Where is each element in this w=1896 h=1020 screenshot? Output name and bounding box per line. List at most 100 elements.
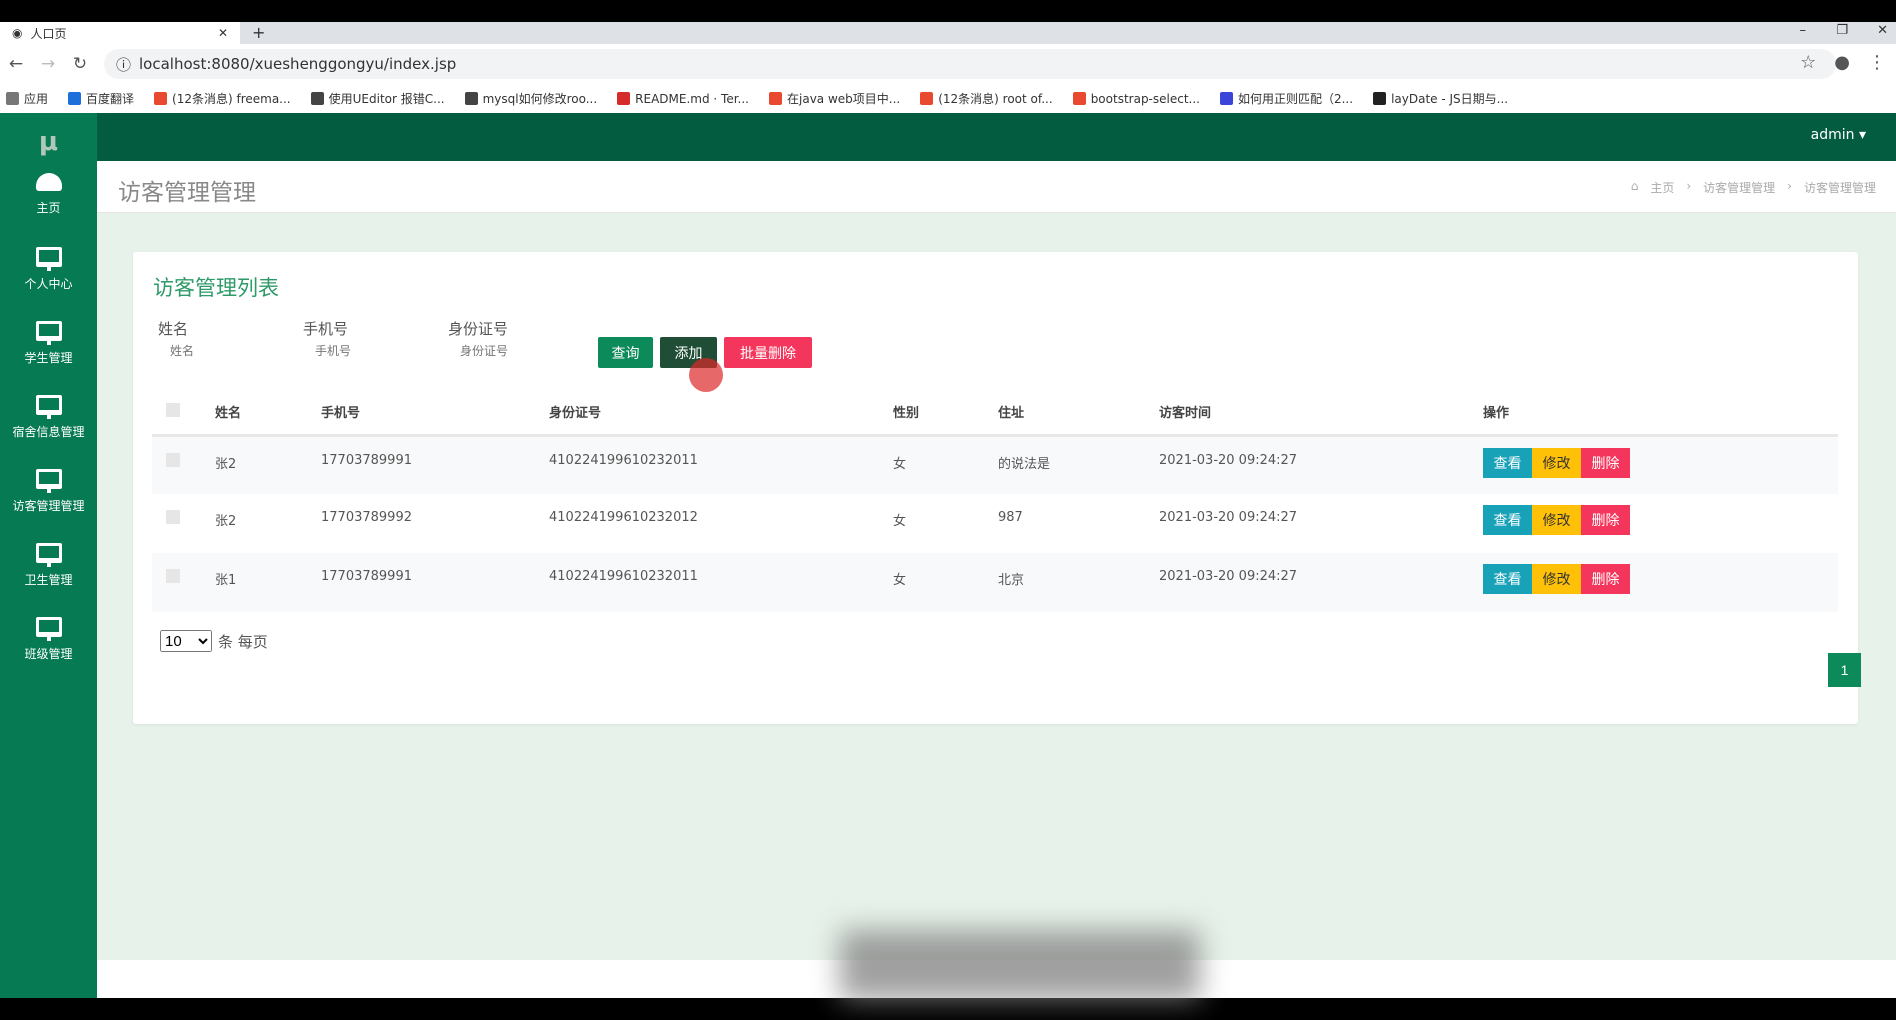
globe-icon: ◉ <box>12 26 23 40</box>
user-menu[interactable]: admin ▾ <box>1811 127 1866 143</box>
logo: μ <box>38 127 59 157</box>
profile-icon[interactable]: ● <box>1834 52 1850 73</box>
info-icon: ⓘ <box>116 55 132 74</box>
monitor-icon <box>35 543 62 567</box>
visitor-table: 姓名 手机号 身份证号 性别 住址 访客时间 操作 张2 17703789991 4… <box>152 390 1838 612</box>
idcard-input[interactable] <box>448 337 578 365</box>
back-icon[interactable]: ← <box>0 54 32 74</box>
forward-icon[interactable]: → <box>32 54 64 74</box>
cell-idcard: 410224199610232012 <box>549 510 698 525</box>
idcard-label: 身份证号 <box>448 320 509 338</box>
reload-icon[interactable]: ↻ <box>64 54 96 74</box>
bookmark-icon <box>617 92 631 105</box>
bookmark-label: bootstrap-select... <box>1090 91 1200 106</box>
page-1-button[interactable]: 1 <box>1828 653 1861 687</box>
bookmark-label: 如何用正则匹配（2... <box>1237 92 1354 106</box>
bookmark-item[interactable]: layDate - JS日期与... <box>1373 90 1508 107</box>
bookmark-item[interactable]: mysql如何修改roo... <box>464 90 597 107</box>
query-button[interactable]: 查询 <box>598 337 653 368</box>
table-row: 张2 17703789991 410224199610232011 女的说法是 2021… <box>152 435 1838 494</box>
mouse-cursor-highlight <box>689 358 723 392</box>
sidebar-item[interactable]: 卫生管理 <box>0 543 97 588</box>
cell-address: 北京 <box>998 553 1159 612</box>
batch-delete-button[interactable]: 批量删除 <box>724 337 812 368</box>
list-card: 访客管理列表 姓名 手机号 身份证号 查询 添加 批量删除 姓名 手机号 身份证… <box>133 252 1861 724</box>
close-window-icon[interactable]: ✕ <box>1877 23 1888 38</box>
sidebar-item-label: 班级管理 <box>24 647 73 661</box>
address-bar-row: ← → ↻ ⓘ localhost:8080/xueshenggongyu/ind… <box>0 44 1896 84</box>
view-button[interactable]: 查看 <box>1483 447 1532 478</box>
bookmark-item[interactable]: 使用UEditor 报错C... <box>310 90 445 107</box>
page-size-select[interactable]: 10 <box>160 630 212 652</box>
bookmark-item[interactable]: 应用 <box>6 90 48 107</box>
bookmark-item[interactable]: (12条消息) root of... <box>920 90 1053 107</box>
phone-input[interactable] <box>303 337 433 365</box>
name-input[interactable] <box>158 337 288 365</box>
bookmark-item[interactable]: (12条消息) freema... <box>154 90 291 107</box>
select-all-checkbox[interactable] <box>166 402 180 417</box>
edit-button[interactable]: 修改 <box>1532 447 1581 478</box>
cell-name: 张2 <box>215 435 321 494</box>
cell-visit-time: 2021-03-20 09:24:27 <box>1159 510 1298 525</box>
bookmark-label: 使用UEditor 报错C... <box>328 92 445 106</box>
edit-button[interactable]: 修改 <box>1532 505 1581 535</box>
row-checkbox[interactable] <box>166 510 180 524</box>
bookmark-label: 应用 <box>24 92 49 106</box>
card-title: 访客管理列表 <box>153 276 279 300</box>
minimize-icon[interactable]: – <box>1800 23 1807 38</box>
edit-button[interactable]: 修改 <box>1532 564 1581 594</box>
cell-phone: 17703789991 <box>321 435 549 494</box>
bookmark-item[interactable]: 百度翻译 <box>68 90 134 107</box>
page-size-suffix: 条 每页 <box>218 632 268 651</box>
star-icon[interactable]: ☆ <box>1800 52 1816 73</box>
home-icon: ⌂ <box>1630 179 1639 193</box>
view-button[interactable]: 查看 <box>1483 505 1532 535</box>
bookmark-label: README.md · Ter... <box>635 91 749 106</box>
bookmark-item[interactable]: 如何用正则匹配（2... <box>1219 90 1354 107</box>
cell-address: 987 <box>998 510 1023 525</box>
top-navbar: admin ▾ <box>97 113 1896 161</box>
dashboard-icon <box>35 173 62 191</box>
bookmark-item[interactable]: bootstrap-select... <box>1072 91 1200 106</box>
browser-tab[interactable]: ◉ 人口页 ✕ <box>0 22 240 44</box>
bookmark-label: (12条消息) freema... <box>172 92 291 106</box>
sidebar-item[interactable]: 宿舍信息管理 <box>0 395 97 440</box>
restore-icon[interactable]: ❐ <box>1836 23 1848 38</box>
bookmark-icon <box>68 92 82 105</box>
sidebar-item[interactable]: 主页 <box>0 173 97 216</box>
main-content: 访客管理管理 ⌂ 主页› 访客管理管理› 访客管理管理 访客管理列表 姓名 手机… <box>97 161 1896 1000</box>
sidebar-item[interactable]: 个人中心 <box>0 247 97 292</box>
breadcrumb-current: 访客管理管理 <box>1803 181 1876 195</box>
breadcrumb-home[interactable]: 主页 <box>1650 179 1674 196</box>
sidebar-item-label: 访客管理管理 <box>12 499 85 513</box>
sidebar-item-label: 学生管理 <box>24 351 73 365</box>
page-title: 访客管理管理 <box>118 180 256 206</box>
breadcrumb-section[interactable]: 访客管理管理 <box>1703 179 1775 196</box>
sidebar-item[interactable]: 班级管理 <box>0 617 97 662</box>
sidebar-item-label: 个人中心 <box>24 277 73 291</box>
tab-title: 人口页 <box>30 26 67 41</box>
bookmark-icon <box>154 92 168 105</box>
delete-button[interactable]: 删除 <box>1581 505 1630 535</box>
cell-idcard: 410224199610232011 <box>549 435 893 494</box>
close-tab-icon[interactable]: ✕ <box>218 26 228 40</box>
col-actions: 操作 <box>1483 390 1838 437</box>
view-button[interactable]: 查看 <box>1483 564 1532 594</box>
delete-button[interactable]: 删除 <box>1581 564 1630 594</box>
cell-gender: 女 <box>893 435 998 494</box>
cell-idcard: 410224199610232011 <box>549 553 893 612</box>
cell-visit-time: 2021-03-20 09:24:27 <box>1159 553 1483 612</box>
col-name: 姓名 <box>215 390 321 437</box>
table-row: 张1 17703789991 410224199610232011 女北京 2021-0… <box>152 553 1838 612</box>
new-tab-icon[interactable]: + <box>252 23 265 42</box>
menu-icon[interactable]: ⋮ <box>1868 52 1886 73</box>
url-input[interactable]: ⓘ localhost:8080/xueshenggongyu/index.jsp <box>104 49 1836 79</box>
row-checkbox[interactable] <box>166 452 180 467</box>
bookmark-item[interactable]: 在java web项目中... <box>769 90 900 107</box>
row-checkbox[interactable] <box>166 569 180 583</box>
bookmark-icon <box>769 92 782 105</box>
bookmark-item[interactable]: README.md · Ter... <box>617 92 749 106</box>
sidebar-item[interactable]: 学生管理 <box>0 321 97 366</box>
delete-button[interactable]: 删除 <box>1581 447 1630 478</box>
sidebar-item[interactable]: 访客管理管理 <box>0 469 97 514</box>
